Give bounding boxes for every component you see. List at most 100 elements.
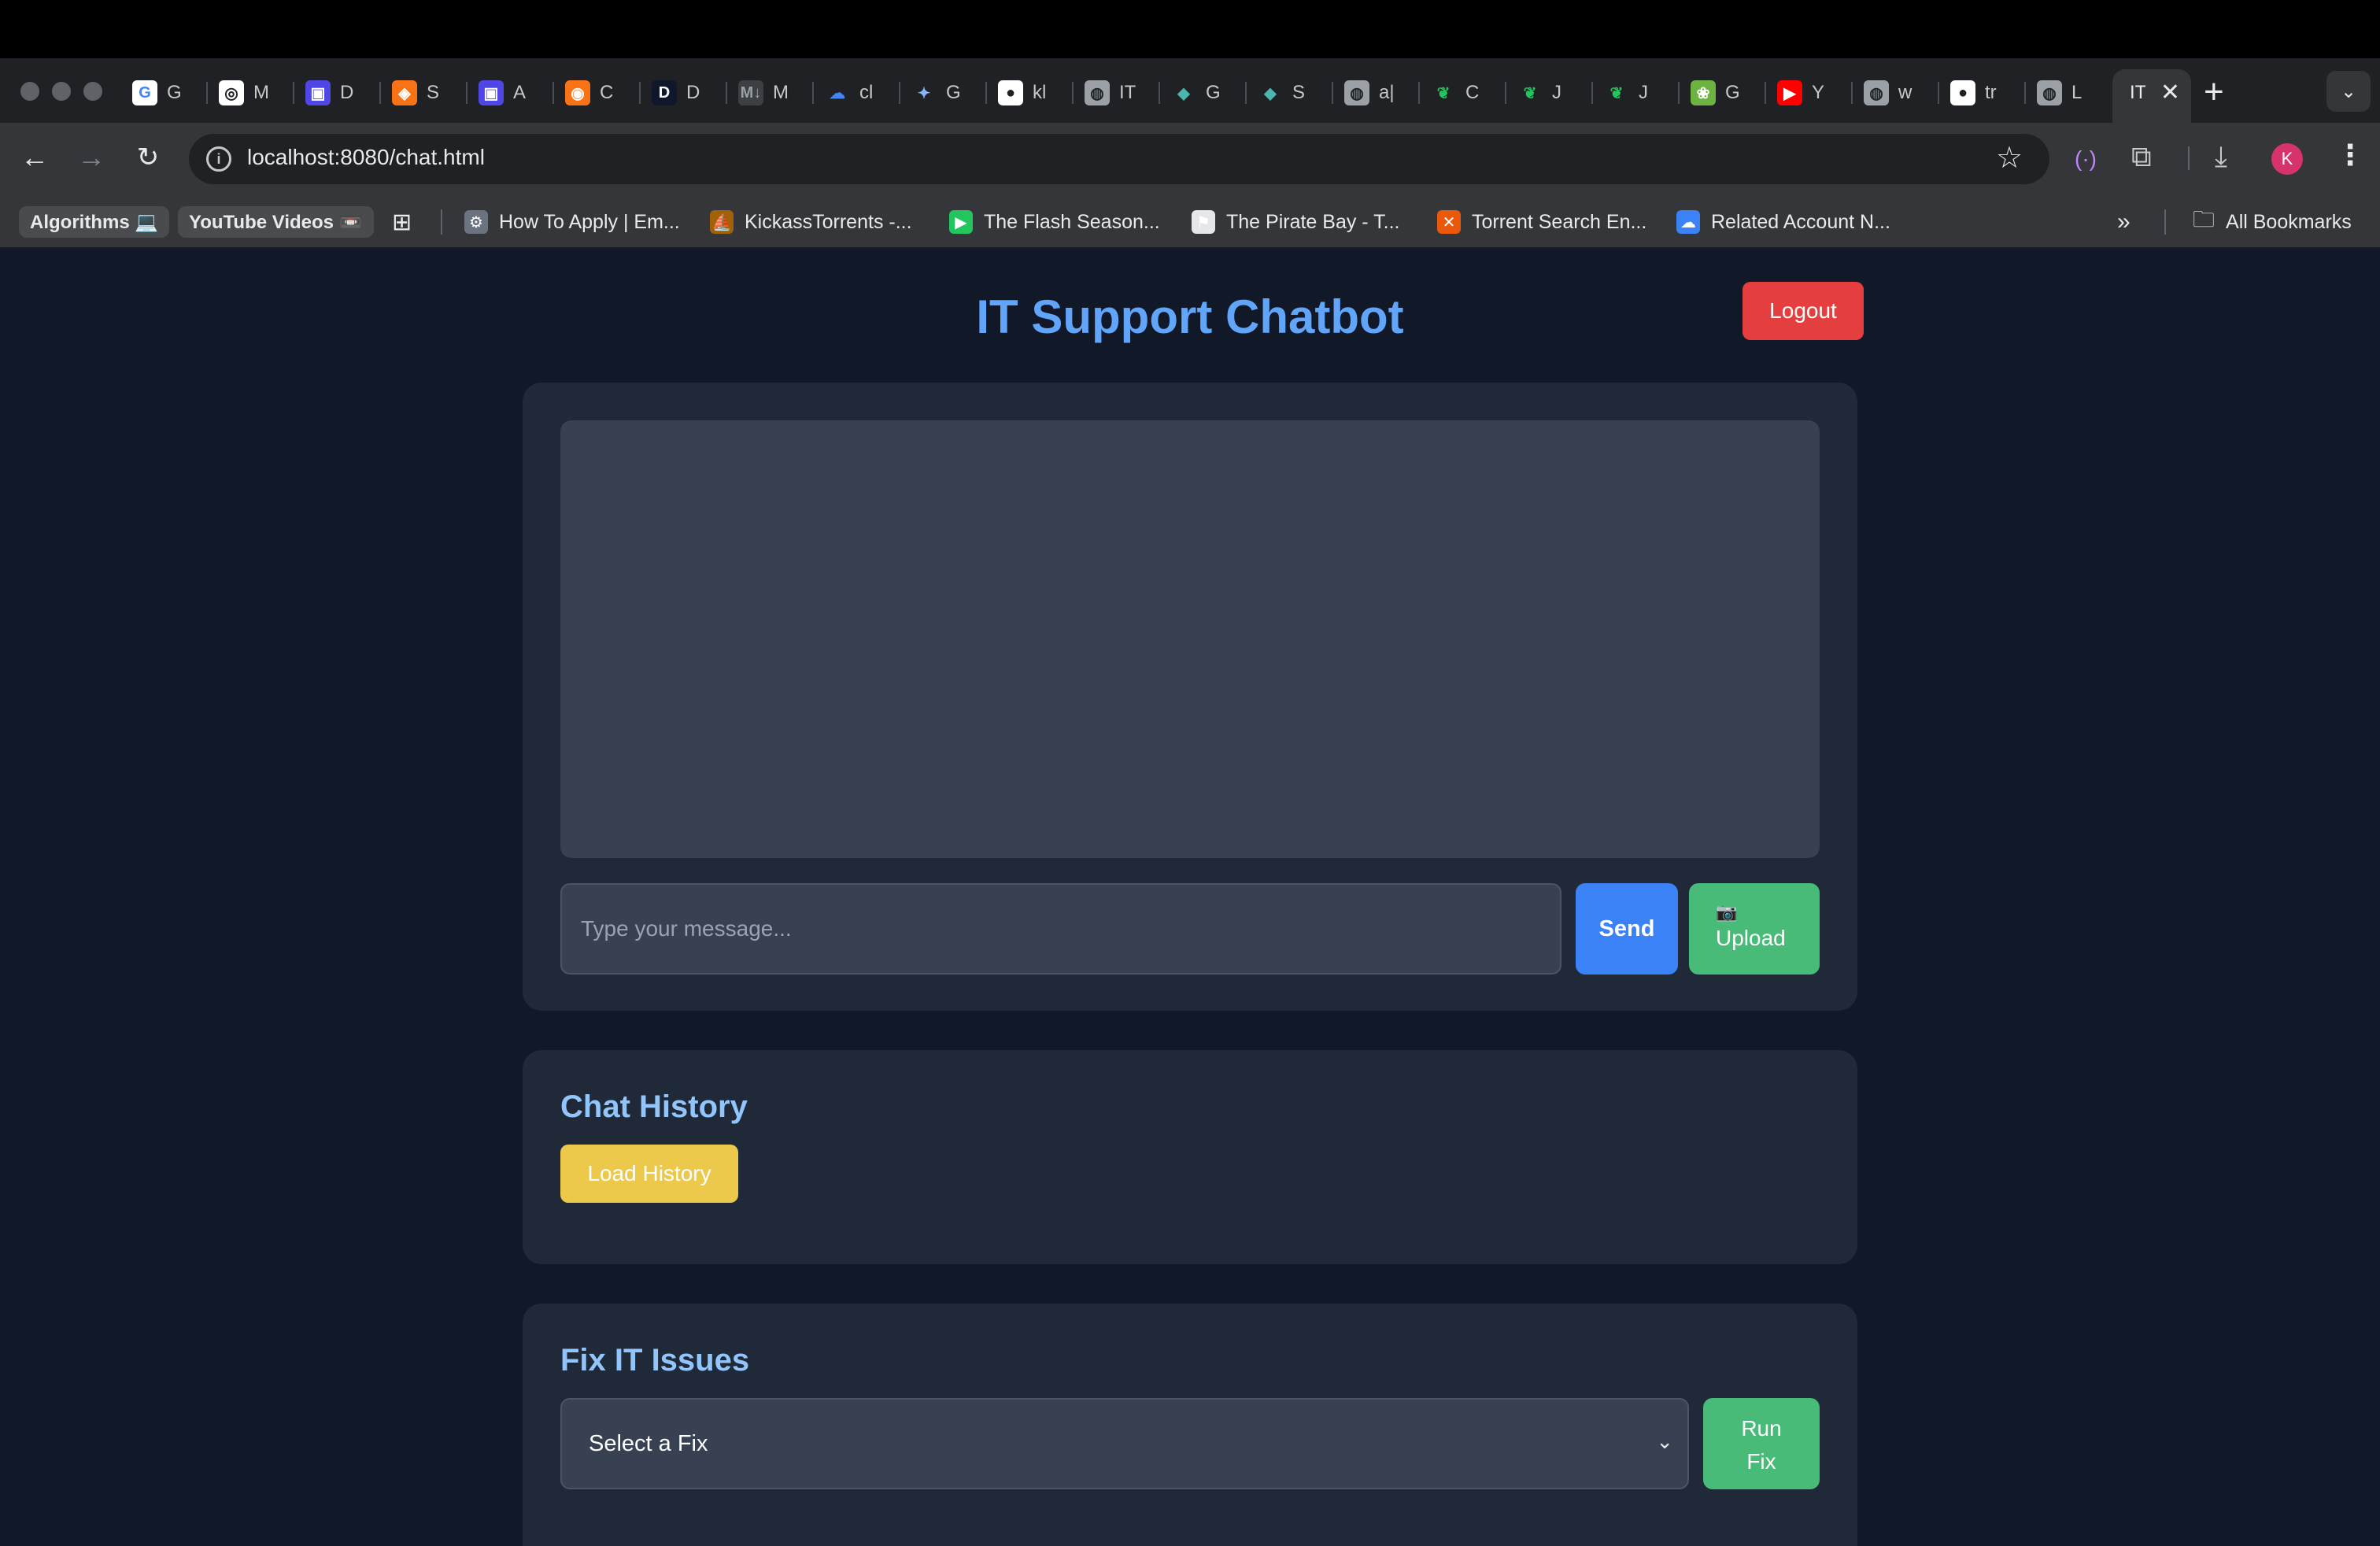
- tab-label: A: [513, 82, 527, 103]
- bookmark-item[interactable]: ▶ The Flash Season...: [949, 208, 1160, 236]
- tab-8[interactable]: ☁ cl: [817, 71, 877, 115]
- tab-divider: [1332, 82, 1333, 104]
- tab-10[interactable]: ● kl: [990, 71, 1050, 115]
- tab-active[interactable]: IT ✕: [2112, 69, 2191, 123]
- site-info-icon[interactable]: i: [206, 146, 231, 172]
- tab-favicon-icon: ◈: [392, 80, 417, 105]
- send-button[interactable]: Send: [1576, 883, 1678, 975]
- extension-icon[interactable]: (·): [2075, 146, 2097, 172]
- bookmark-favicon-icon: ⚙: [464, 210, 488, 234]
- bookmark-item[interactable]: ⛵ KickassTorrents -...: [710, 208, 912, 236]
- tab-label: M: [253, 82, 269, 103]
- tab-label: G: [1206, 82, 1221, 103]
- back-arrow-icon[interactable]: ←: [17, 140, 52, 175]
- upload-button[interactable]: 📷 Upload: [1689, 883, 1820, 975]
- tab-divider: [1851, 82, 1853, 104]
- tab-divider: [899, 82, 900, 104]
- bookmark-label: KickassTorrents -...: [745, 210, 912, 233]
- tab-favicon-icon: G: [132, 80, 157, 105]
- tab-search-button[interactable]: ⌄: [2326, 71, 2371, 112]
- tab-21[interactable]: ● tr: [1942, 71, 2002, 115]
- fix-select[interactable]: Select a Fix ⌄: [560, 1398, 1689, 1489]
- tab-4[interactable]: ▣ A: [471, 71, 530, 115]
- minimize-window-button[interactable]: [52, 82, 71, 101]
- message-input[interactable]: [560, 883, 1561, 975]
- tab-13[interactable]: ◆ S: [1250, 71, 1310, 115]
- bookmarks-divider: [441, 209, 442, 235]
- bookmark-folder-youtube[interactable]: YouTube Videos 📼: [178, 206, 374, 238]
- tab-20[interactable]: ◍ w: [1856, 71, 1916, 115]
- menu-bar: [0, 0, 2380, 58]
- maximize-window-button[interactable]: [83, 82, 102, 101]
- fix-heading: Fix IT Issues: [560, 1343, 750, 1378]
- tab-favicon-icon: ✦: [911, 80, 937, 105]
- tab-favicon-icon: D: [652, 80, 677, 105]
- reload-icon[interactable]: ↻: [131, 140, 165, 175]
- profile-avatar[interactable]: K: [2271, 143, 2303, 175]
- tab-label: J: [1552, 82, 1561, 103]
- tab-3[interactable]: ◈ S: [384, 71, 444, 115]
- tab-6[interactable]: DD: [644, 71, 704, 115]
- tab-16[interactable]: ❦ J: [1510, 71, 1569, 115]
- chat-messages-area: [560, 420, 1820, 858]
- forward-arrow-icon[interactable]: →: [74, 140, 109, 175]
- tab-divider: [1505, 82, 1506, 104]
- bookmark-label: The Flash Season...: [984, 210, 1160, 233]
- tab-1[interactable]: ◎ M: [211, 71, 271, 115]
- bookmark-favicon-icon: ✕: [1437, 210, 1461, 234]
- bookmark-star-icon[interactable]: ☆: [1996, 140, 2023, 176]
- bookmark-item[interactable]: ⚑ The Pirate Bay - T...: [1192, 208, 1399, 236]
- bookmark-label: The Pirate Bay - T...: [1226, 210, 1400, 233]
- load-history-button[interactable]: Load History: [560, 1145, 738, 1203]
- bookmark-label: How To Apply | Em...: [499, 210, 680, 233]
- tab-14[interactable]: ◍ a|: [1336, 71, 1396, 115]
- tab-label: w: [1898, 82, 1913, 103]
- close-window-button[interactable]: [20, 82, 39, 101]
- tab-label: M: [773, 82, 789, 103]
- new-tab-button[interactable]: +: [2204, 72, 2224, 112]
- tab-7[interactable]: M↓ M: [730, 71, 790, 115]
- bookmark-item[interactable]: ⚙ How To Apply | Em...: [464, 208, 680, 236]
- bookmark-item[interactable]: ☁ Related Account N...: [1676, 208, 1890, 236]
- tab-11[interactable]: ◍ IT: [1077, 71, 1136, 115]
- tab-2[interactable]: ▣ D: [298, 71, 357, 115]
- menu-kebab-icon[interactable]: ⋮: [2336, 139, 2364, 172]
- tab-0[interactable]: GG: [124, 71, 184, 115]
- tab-label: G: [167, 82, 182, 103]
- tab-18[interactable]: ❀ G: [1683, 71, 1743, 115]
- tab-5[interactable]: ◉ C: [557, 71, 617, 115]
- tab-divider: [1072, 82, 1074, 104]
- extensions-puzzle-icon[interactable]: ⧉: [2131, 140, 2152, 174]
- tab-label: Y: [1812, 82, 1825, 103]
- folder-icon: 🗀: [2193, 207, 2216, 231]
- logout-button[interactable]: Logout: [1743, 282, 1864, 340]
- tab-label: IT: [1119, 82, 1136, 103]
- tab-favicon-icon: ◍: [2037, 80, 2062, 105]
- tab-15[interactable]: ❦ C: [1423, 71, 1483, 115]
- tab-label: tr: [1985, 82, 1997, 103]
- download-icon[interactable]: ⤓: [2215, 140, 2227, 174]
- tab-label: D: [686, 82, 700, 103]
- bookmark-folder-algorithms[interactable]: Algorithms 💻: [19, 206, 170, 238]
- apps-grid-icon[interactable]: ⊞: [392, 208, 412, 236]
- all-bookmarks[interactable]: 🗀 All Bookmarks: [2193, 207, 2352, 236]
- more-bookmarks-icon[interactable]: »: [2117, 208, 2131, 236]
- toolbar-divider: [2188, 146, 2190, 170]
- tab-9[interactable]: ✦ G: [904, 71, 963, 115]
- bookmark-item[interactable]: ✕ Torrent Search En...: [1437, 208, 1646, 236]
- address-url[interactable]: localhost:8080/chat.html: [247, 145, 485, 170]
- camera-icon: 📷: [1716, 902, 1738, 922]
- close-tab-icon[interactable]: ✕: [2160, 79, 2180, 106]
- tab-22[interactable]: ◍ L: [2029, 71, 2089, 115]
- bookmarks-divider: [2164, 209, 2166, 235]
- run-fix-button[interactable]: Run Fix: [1703, 1398, 1820, 1489]
- tab-divider: [1678, 82, 1680, 104]
- tab-divider: [639, 82, 641, 104]
- tab-17[interactable]: ❦ J: [1596, 71, 1656, 115]
- tab-19[interactable]: ▶ Y: [1769, 71, 1829, 115]
- tab-12[interactable]: ◆ G: [1163, 71, 1223, 115]
- fix-select-value: Select a Fix: [589, 1430, 708, 1456]
- run-fix-label-1: Run: [1741, 1416, 1782, 1441]
- tab-favicon-icon: ❀: [1691, 80, 1716, 105]
- tab-favicon-icon: ◍: [1085, 80, 1110, 105]
